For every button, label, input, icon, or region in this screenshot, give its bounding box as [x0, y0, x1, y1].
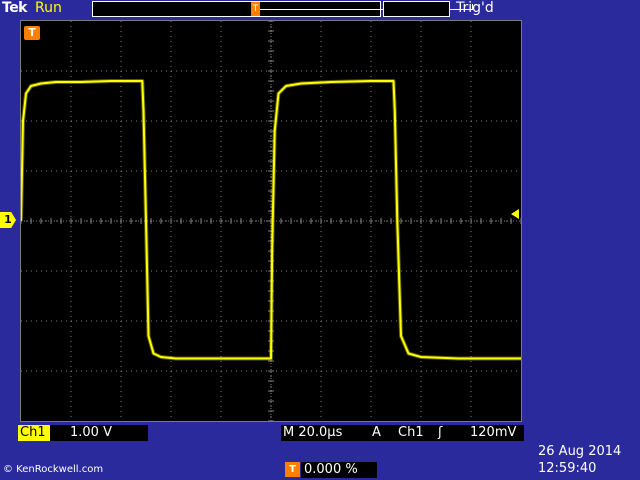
status-box [383, 1, 450, 17]
trigger-offset-icon: T [285, 462, 300, 477]
rising-edge-icon: ʃ [438, 425, 443, 440]
copyright-text: © KenRockwell.com [3, 464, 104, 475]
trigger-level-marker[interactable] [511, 209, 519, 219]
acquisition-state: Run [35, 0, 62, 16]
channel-label[interactable]: Ch1 [18, 425, 50, 441]
trigger-readout[interactable]: A Ch1 ʃ 120mV [368, 425, 524, 441]
trigger-level: 120mV [470, 425, 517, 440]
graticule [21, 21, 521, 421]
status-bar: Tek Run T Trig'd [0, 0, 640, 18]
record-trigger-marker: T [251, 2, 260, 16]
waveform-display[interactable] [20, 20, 522, 422]
record-view-bar: T [92, 1, 473, 17]
trigger-source: Ch1 [398, 425, 424, 440]
time: 12:59:40 [538, 461, 597, 476]
date: 26 Aug 2014 [538, 444, 622, 459]
brand-logo: Tek [2, 0, 28, 16]
trigger-position-marker[interactable]: T [24, 26, 40, 40]
channel-scale[interactable]: 1.00 V [50, 425, 148, 441]
trigger-status: Trig'd [456, 0, 494, 16]
date-time: 26 Aug 2014 12:59:40 [538, 443, 640, 479]
trigger-offset[interactable]: 0.000 % [301, 462, 377, 478]
trigger-mode: A [372, 425, 381, 440]
ch1-ground-marker[interactable]: 1 [0, 212, 16, 228]
